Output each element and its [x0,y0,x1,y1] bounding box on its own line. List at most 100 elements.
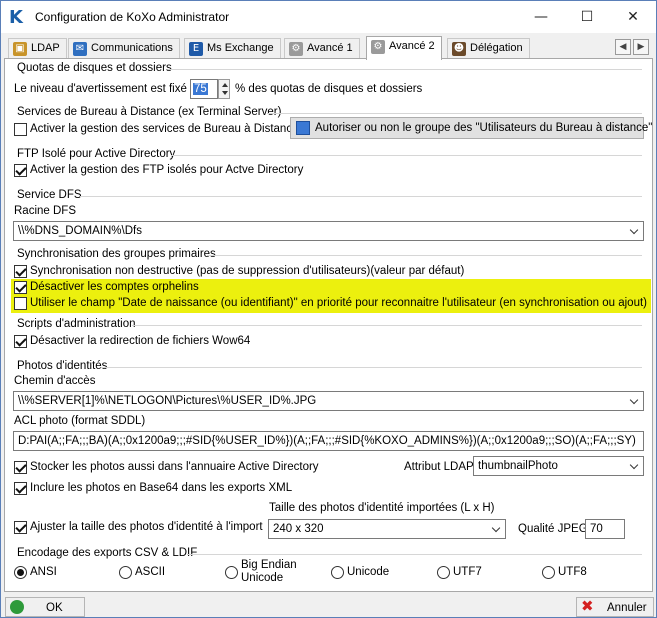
section-divider [171,155,642,156]
quota-value: 75 [193,83,208,95]
ldap-attr-label: Attribut LDAP [404,461,474,473]
minimize-icon: — [534,9,548,25]
tab-panel-avance-2: Quotas de disques et dossiers Le niveau … [4,58,653,592]
photo-size-value: 240 x 320 [273,523,324,535]
encoding-bigendian-radio[interactable] [225,566,238,579]
ok-button[interactable]: OK [5,597,85,617]
photo-path-value: \\%SERVER[1]%\NETLOGON\Pictures\%USER_ID… [18,395,317,407]
encoding-ansi-radio[interactable] [14,566,27,579]
cancel-button[interactable]: ✖ Annuler [576,597,654,617]
jpeg-quality-input[interactable]: 70 [585,519,625,539]
chevron-down-icon[interactable] [627,222,643,240]
exchange-icon: E [189,42,203,56]
koxo-logo-icon: K [9,7,23,28]
dfs-root-label: Racine DFS [14,205,76,217]
acl-value: D:PAI(A;;FA;;;BA)(A;;0x1200a9;;;#SID{%US… [18,435,636,447]
chevron-right-icon: ▶ [637,42,645,52]
maximize-button[interactable]: ☐ [564,1,610,33]
section-divider [207,255,642,256]
window-title: Configuration de KoXo Administrator [35,10,230,24]
rds-checkbox-label: Activer la gestion des services de Burea… [30,123,299,135]
sync-birthdate-label: Utiliser le champ "Date de naissance (ou… [30,297,647,309]
encoding-ansi-label: ANSI [30,566,57,578]
minimize-button[interactable]: — [518,1,564,33]
tab-label: LDAP [31,42,60,54]
chevron-down-icon[interactable] [627,392,643,410]
dfs-root-value: \\%DNS_DOMAIN%\Dfs [18,225,142,237]
close-button[interactable]: ✕ [610,1,656,33]
gear-icon: ⚙ [289,42,303,56]
quota-spin-button[interactable] [218,79,230,99]
encoding-ascii-label: ASCII [135,566,166,578]
store-ad-checkbox[interactable] [14,461,27,474]
tab-ms-exchange[interactable]: E Ms Exchange [184,38,281,59]
resize-checkbox[interactable] [14,521,27,534]
tab-avance-1[interactable]: ⚙ Avancé 1 [284,38,360,59]
photo-size-title: Taille des photos d'identité importées (… [269,502,495,514]
ftp-checkbox[interactable] [14,164,27,177]
jpeg-quality-value: 70 [590,523,603,535]
tab-scroll-left-button[interactable]: ◀ [615,39,631,55]
dfs-root-combobox[interactable]: \\%DNS_DOMAIN%\Dfs [13,221,644,241]
photos-section-title: Photos d'identités [17,360,108,372]
encoding-unicode-radio[interactable] [331,566,344,579]
base64-checkbox[interactable] [14,482,27,495]
wow64-checkbox[interactable] [14,335,27,348]
tab-scroll-right-button[interactable]: ▶ [633,39,649,55]
ok-label: OK [46,602,63,614]
title-bar[interactable]: K Configuration de KoXo Administrator — … [1,1,656,33]
section-divider [168,69,642,70]
chevron-down-icon[interactable] [489,520,505,538]
encoding-ascii-radio[interactable] [119,566,132,579]
tab-avance-2[interactable]: ⚙ Avancé 2 [366,36,442,60]
section-divider [187,554,642,555]
acl-input[interactable]: D:PAI(A;;FA;;;BA)(A;;0x1200a9;;;#SID{%US… [13,431,644,451]
encoding-utf8-radio[interactable] [542,566,555,579]
encoding-utf8-label: UTF8 [558,566,587,578]
photo-size-combobox[interactable]: 240 x 320 [268,519,506,539]
quota-value-input[interactable]: 75 [190,79,218,99]
tab-bar: ▣ LDAP ✉ Communications E Ms Exchange ⚙ … [1,35,656,60]
section-divider [267,113,642,114]
sync-birthdate-checkbox[interactable] [14,297,27,310]
remote-desktop-icon [296,121,310,135]
sync-nondestructive-checkbox[interactable] [14,265,27,278]
store-ad-label: Stocker les photos aussi dans l'annuaire… [30,461,319,473]
close-icon: ✕ [627,9,639,25]
dfs-section-title: Service DFS [17,189,82,201]
rds-section-title: Services de Bureau à Distance (ex Termin… [17,106,282,118]
base64-label: Inclure les photos en Base64 dans les ex… [30,482,293,494]
communications-icon: ✉ [73,42,87,56]
encoding-section-title: Encodage des exports CSV & LDIF [17,547,198,559]
section-divider [80,196,642,197]
quota-section-title: Quotas de disques et dossiers [17,62,172,74]
section-divider [101,367,642,368]
wow64-checkbox-label: Désactiver la redirection de fichiers Wo… [30,335,251,347]
tab-communications[interactable]: ✉ Communications [68,38,180,59]
encoding-utf7-radio[interactable] [437,566,450,579]
ldap-attr-combobox[interactable]: thumbnailPhoto [473,456,644,476]
encoding-bigendian-label: Big Endian Unicode [241,559,297,584]
cancel-label: Annuler [607,602,647,614]
sync-section-title: Synchronisation des groupes primaires [17,248,216,260]
quota-label-before: Le niveau d'avertissement est fixé à [14,83,197,95]
sync-disable-orphans-checkbox[interactable] [14,281,27,294]
sync-nondestructive-label: Synchronisation non destructive (pas de … [30,265,465,277]
tab-label: Ms Exchange [207,42,274,54]
tab-delegation[interactable]: ☻ Délégation [447,38,530,59]
section-divider [132,325,642,326]
chevron-left-icon: ◀ [619,42,627,52]
sync-disable-orphans-label: Désactiver les comptes orphelins [30,281,199,293]
photo-path-combobox[interactable]: \\%SERVER[1]%\NETLOGON\Pictures\%USER_ID… [13,391,644,411]
rds-authorize-button[interactable]: Autoriser ou non le groupe des "Utilisat… [290,117,652,139]
rds-checkbox[interactable] [14,123,27,136]
ldap-icon: ▣ [13,42,27,56]
tab-ldap[interactable]: ▣ LDAP [8,38,67,59]
photo-path-label: Chemin d'accès [14,375,96,387]
jpeg-quality-label: Qualité JPEG [518,523,588,535]
chevron-down-icon[interactable] [627,457,643,475]
user-icon: ☻ [452,42,466,56]
ftp-checkbox-label: Activer la gestion des FTP isolés pour A… [30,164,304,176]
maximize-icon: ☐ [580,9,594,25]
config-window: K Configuration de KoXo Administrator — … [0,0,657,618]
